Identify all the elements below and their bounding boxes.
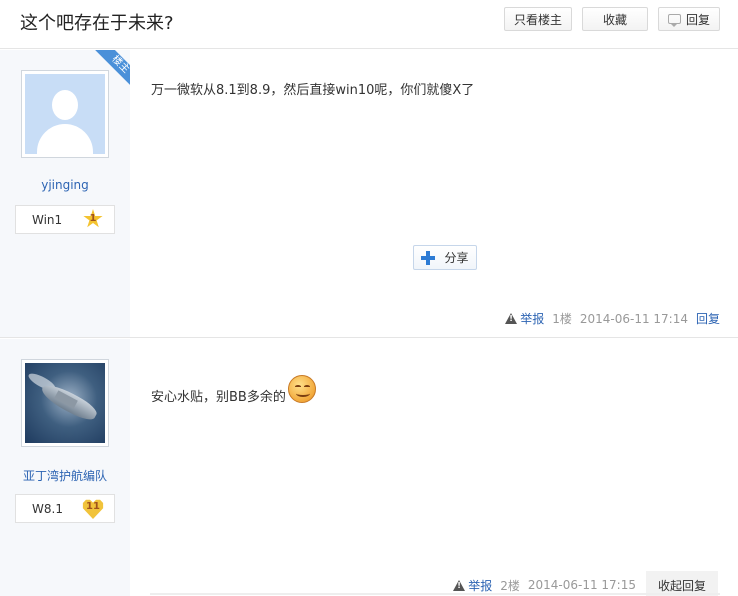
floor-number: 2楼	[500, 578, 520, 593]
username-link[interactable]: 亚丁湾护航编队	[0, 467, 130, 484]
user-level-badge[interactable]: W8.1 11	[15, 494, 115, 523]
reply-button[interactable]: 回复	[658, 7, 720, 31]
author-tag-ribbon: 楼主	[94, 50, 130, 86]
reply-bubble-icon	[667, 14, 681, 27]
reply-link[interactable]: 回复	[696, 310, 720, 327]
thread-page: 这个吧存在于未来? 只看楼主 收藏 回复 楼主 yjinging Win1 1	[0, 0, 738, 596]
warning-icon	[505, 313, 518, 324]
report-label: 举报	[520, 312, 545, 326]
level-number: 11	[86, 501, 100, 512]
author-sidebar: 亚丁湾护航编队 W8.1 11	[0, 339, 130, 596]
level-name: Win1	[32, 213, 63, 227]
post-floor-1: 楼主 yjinging Win1 1 万一微软从8.1到8.9，然后直接win1…	[0, 50, 738, 338]
avatar[interactable]	[21, 359, 109, 447]
smiley-emoticon-icon	[287, 375, 316, 403]
divider	[150, 593, 720, 595]
thread-title: 这个吧存在于未来?	[20, 13, 174, 34]
level-name: W8.1	[32, 502, 63, 516]
user-level-badge[interactable]: Win1 1	[15, 205, 115, 234]
post-content: 安心水贴，别BB多余的	[151, 375, 316, 405]
report-label: 举报	[468, 578, 493, 593]
level-number: 1	[89, 213, 97, 224]
post-footer: 举报 1楼 2014-06-11 17:14 回复	[505, 310, 720, 327]
share-button[interactable]: 分享	[413, 245, 477, 270]
post-content: 万一微软从8.1到8.9，然后直接win10呢，你们就傻X了	[151, 83, 475, 98]
username-link[interactable]: yjinging	[0, 178, 130, 192]
report-link[interactable]: 举报	[453, 577, 492, 594]
author-sidebar: 楼主 yjinging Win1 1	[0, 50, 130, 337]
post-time: 2014-06-11 17:15	[527, 578, 636, 592]
plus-icon	[421, 250, 436, 265]
floor-number: 1楼	[552, 312, 572, 326]
reply-button-label: 回复	[685, 12, 710, 27]
post-text: 安心水贴，别BB多余的	[151, 390, 286, 405]
post-floor-2: 亚丁湾护航编队 W8.1 11 安心水贴，别BB多余的 举报 2楼 2014-0…	[0, 339, 738, 596]
default-avatar-icon	[25, 74, 105, 154]
favorite-button[interactable]: 收藏	[582, 7, 648, 31]
thread-header: 这个吧存在于未来? 只看楼主 收藏 回复	[0, 0, 738, 49]
warning-icon	[453, 579, 466, 591]
only-author-button[interactable]: 只看楼主	[504, 7, 572, 31]
post-time: 2014-06-11 17:14	[579, 311, 688, 326]
share-label: 分享	[444, 251, 469, 265]
warship-avatar-icon	[25, 363, 105, 443]
author-tag-label: 楼主	[95, 50, 130, 86]
report-link[interactable]: 举报	[505, 310, 544, 327]
